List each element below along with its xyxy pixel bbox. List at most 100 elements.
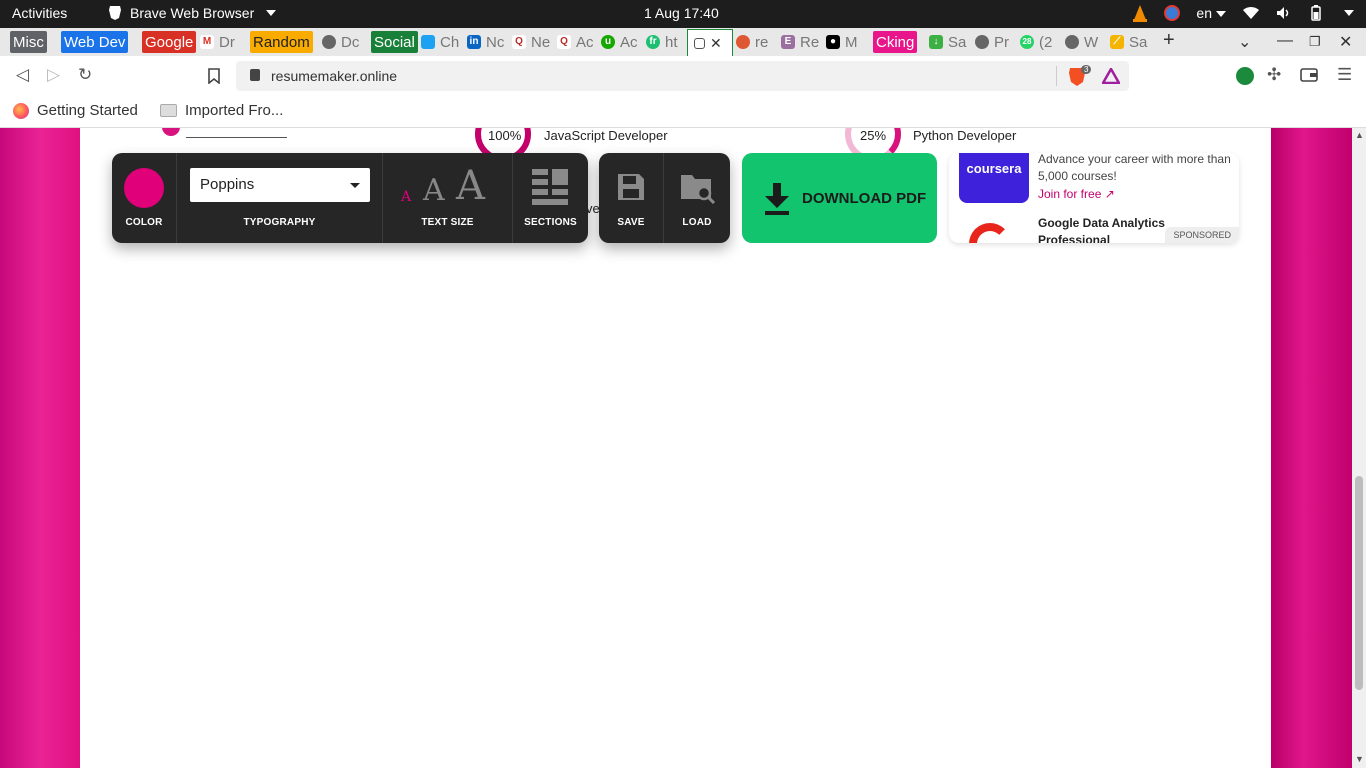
tab-web[interactable]: Dc (322, 30, 364, 54)
forward-icon[interactable]: ▷ (47, 65, 60, 85)
text-size-tool: A A A TEXT SIZE (383, 153, 513, 243)
tab-sa[interactable]: ⟋ Sa (1110, 30, 1150, 54)
medium-icon: ● (826, 35, 840, 49)
tab-group-social[interactable]: Social (371, 31, 418, 53)
scroll-up-icon[interactable]: ▲ (1355, 130, 1364, 140)
quora-icon: Q (557, 35, 571, 49)
load-button[interactable]: LOAD (664, 153, 730, 243)
brave-rewards-icon[interactable] (1102, 68, 1120, 84)
tab-quora-2[interactable]: Q Ac (557, 30, 597, 54)
tab-web-3[interactable]: W (1065, 30, 1105, 54)
quora-icon: Q (512, 35, 526, 49)
chevron-down-icon (1216, 11, 1226, 18)
tab-label: Dc (341, 33, 360, 51)
system-tray[interactable]: en (1132, 4, 1354, 22)
navigation-bar: ◁ ▷ ↻ resumemaker.online 3 ✣ ☰ (0, 56, 1366, 96)
tab-label: Dr (219, 33, 235, 51)
scroll-down-icon[interactable]: ▼ (1355, 754, 1364, 764)
vlc-icon[interactable] (1132, 4, 1148, 22)
volume-icon[interactable] (1276, 6, 1292, 20)
tab-freelance[interactable]: fr ht (646, 30, 686, 54)
tab-label: M (845, 33, 858, 51)
tab-download[interactable]: ↓ Sa (929, 30, 969, 54)
sponsored-ad[interactable]: coursera Advance your career with more t… (949, 153, 1239, 243)
text-size-large-button[interactable]: A (456, 163, 485, 209)
notification-app-icon[interactable] (1164, 5, 1181, 21)
page-scrollbar[interactable]: ▲ ▼ (1352, 128, 1366, 768)
font-select-value: Poppins (200, 176, 255, 193)
tab-duckduckgo[interactable]: re (736, 30, 776, 54)
save-button[interactable]: SAVE (599, 153, 664, 243)
tab-e[interactable]: E Re (781, 30, 821, 54)
sections-button[interactable]: SECTIONS (513, 153, 588, 243)
coursera-logo: coursera (959, 153, 1029, 203)
ad-cta-link[interactable]: Join for free ↗ (1038, 187, 1115, 201)
restore-icon[interactable]: ❐ (1309, 34, 1321, 50)
scrollbar-thumb[interactable] (1355, 476, 1363, 690)
tab-search-icon[interactable]: ⌄ (1238, 32, 1251, 52)
tab-label: Pr (994, 33, 1009, 51)
clock[interactable]: 1 Aug 17:40 (644, 5, 719, 21)
font-select[interactable]: Poppins (190, 168, 370, 202)
color-picker-button[interactable]: COLOR (112, 153, 177, 243)
bookmark-label: Getting Started (37, 102, 138, 119)
reload-icon[interactable]: ↻ (78, 65, 92, 85)
tab-gmail[interactable]: M Dr (200, 30, 240, 54)
bookmark-imported-folder[interactable]: Imported Fro... (160, 102, 283, 119)
app-menu[interactable]: Brave Web Browser (108, 5, 277, 21)
tab-label: Ac (620, 33, 638, 51)
tab-medium[interactable]: ● M (826, 30, 866, 54)
twitter-icon (421, 35, 435, 49)
new-tab-button[interactable]: + (1163, 29, 1175, 52)
skill-name: Python Developer (913, 128, 1017, 143)
tab-whatsapp[interactable]: 28 (2 (1020, 30, 1060, 54)
address-bar[interactable]: resumemaker.online 3 (236, 61, 1129, 91)
tab-label: Sa (948, 33, 967, 51)
download-pdf-button[interactable]: DOWNLOAD PDF (742, 153, 937, 243)
activities-button[interactable]: Activities (12, 5, 67, 21)
back-icon[interactable]: ◁ (16, 65, 29, 85)
close-tab-icon[interactable]: ✕ (710, 35, 722, 52)
download-pdf-label: DOWNLOAD PDF (802, 190, 927, 207)
tab-active-resumemaker[interactable]: ✕ (687, 29, 733, 56)
google-logo-icon (969, 223, 1011, 243)
wifi-icon[interactable] (1242, 6, 1260, 20)
tab-group-cking[interactable]: Cking (873, 31, 918, 53)
tab-strip: Misc Web Dev Google M Dr Random Dc Social… (0, 28, 1366, 56)
chevron-down-icon[interactable] (1344, 10, 1354, 16)
tab-twitter[interactable]: Ch (421, 30, 461, 54)
tab-quora-1[interactable]: Q Ne (512, 30, 552, 54)
text-size-small-button[interactable]: A (401, 189, 411, 205)
tab-web-2[interactable]: Pr (975, 30, 1015, 54)
color-label: COLOR (125, 217, 163, 228)
ad-description: Advance your career with more than 5,000… (1038, 153, 1231, 183)
sections-label: SECTIONS (524, 217, 577, 228)
shield-count-badge: 3 (1081, 65, 1092, 74)
bookmark-getting-started[interactable]: Getting Started (13, 102, 138, 119)
text-size-medium-button[interactable]: A (423, 173, 445, 208)
tab-group-google[interactable]: Google (142, 31, 197, 53)
battery-icon[interactable] (1308, 5, 1324, 21)
close-window-icon[interactable]: ✕ (1339, 32, 1352, 52)
minimize-icon[interactable]: — (1277, 32, 1293, 50)
globe-icon (1065, 35, 1079, 49)
tab-upwork[interactable]: u Ac (601, 30, 641, 54)
extensions-puzzle-icon[interactable]: ✣ (1267, 65, 1281, 85)
bookmark-icon[interactable] (208, 68, 220, 84)
menu-icon[interactable]: ☰ (1337, 65, 1352, 85)
wallet-icon[interactable] (1300, 68, 1318, 82)
tab-linkedin[interactable]: in Nc (467, 30, 507, 54)
firefox-icon (13, 102, 29, 119)
save-label: SAVE (617, 217, 645, 228)
tab-group-random[interactable]: Random (250, 31, 313, 53)
whatsapp-icon: 28 (1020, 35, 1034, 49)
globe-icon (322, 35, 336, 49)
tab-label: Ac (576, 33, 594, 51)
lock-icon[interactable] (250, 69, 260, 81)
social-icon (162, 128, 180, 136)
language-indicator[interactable]: en (1196, 5, 1226, 21)
grammarly-icon[interactable] (1236, 67, 1254, 85)
skill-percent: 25% (860, 128, 887, 143)
tab-group-misc[interactable]: Misc (10, 31, 47, 53)
tab-group-web-dev[interactable]: Web Dev (61, 31, 129, 53)
